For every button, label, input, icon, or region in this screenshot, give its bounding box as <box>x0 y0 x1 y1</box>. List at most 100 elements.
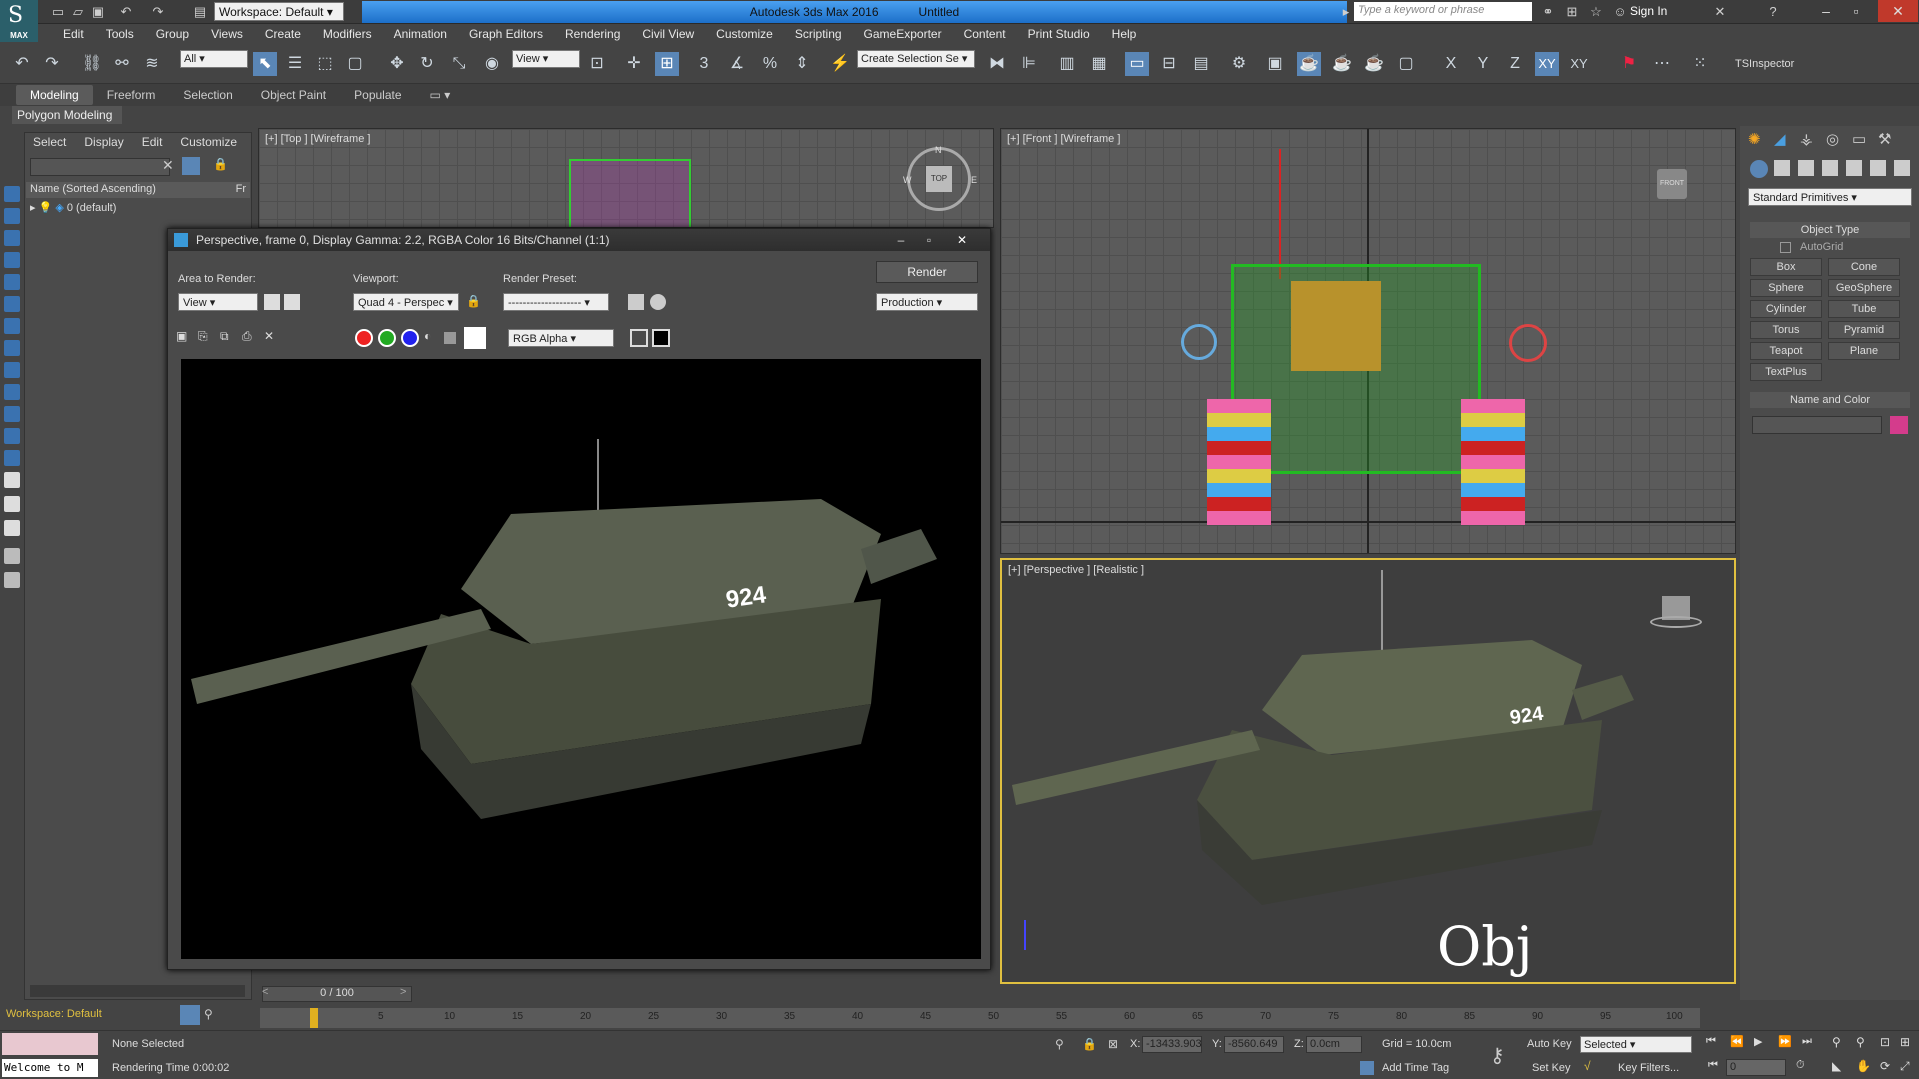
project-folder-icon[interactable]: ▤ <box>192 4 208 20</box>
modify-tab-icon[interactable]: ◢ <box>1774 130 1786 148</box>
textplus-button[interactable]: TextPlus <box>1750 363 1822 381</box>
search-input[interactable]: Type a keyword or phrase <box>1354 2 1532 21</box>
se-menu-edit[interactable]: Edit <box>133 135 172 149</box>
systems-icon[interactable] <box>1894 160 1910 176</box>
sync-selection-icon[interactable] <box>4 572 20 588</box>
tab-freeform[interactable]: Freeform <box>93 85 170 105</box>
cone-button[interactable]: Cone <box>1828 258 1900 276</box>
menu-animation[interactable]: Animation <box>383 27 458 41</box>
time-tag-icon[interactable] <box>1360 1061 1374 1075</box>
zoom-all-icon[interactable]: ⚲ <box>1856 1035 1865 1049</box>
scene-explorer-column-header[interactable]: Name (Sorted Ascending) Fr <box>26 182 250 198</box>
zoom-icon[interactable]: ⚲ <box>1832 1035 1841 1049</box>
axis-xy-cycle-button[interactable]: XY <box>1567 52 1591 76</box>
minimize-button[interactable]: – <box>1812 0 1840 22</box>
undo-icon[interactable]: ↶ <box>10 52 34 76</box>
pan-view-icon[interactable]: ✋ <box>1856 1059 1871 1073</box>
pyramid-button[interactable]: Pyramid <box>1828 321 1900 339</box>
auto-key-button[interactable]: Auto Key <box>1527 1038 1572 1050</box>
menu-modifiers[interactable]: Modifiers <box>312 27 383 41</box>
copy-image-icon[interactable]: ⎘ <box>198 329 216 345</box>
isolate-selection-icon[interactable]: ⚲ <box>1055 1037 1064 1051</box>
render-window-close[interactable]: ✕ <box>944 229 980 251</box>
rotate-icon[interactable]: ↻ <box>415 52 439 76</box>
reactor-icon[interactable]: ⚑ <box>1617 52 1641 76</box>
viewcube-top[interactable]: TOP <box>907 147 971 211</box>
render-in-cloud-icon[interactable]: ▢ <box>1394 52 1418 76</box>
menu-scripting[interactable]: Scripting <box>784 27 853 41</box>
se-menu-customize[interactable]: Customize <box>171 135 246 149</box>
display-all-icon[interactable] <box>4 472 20 488</box>
next-frame-icon[interactable]: ⏩ <box>1778 1035 1792 1048</box>
toggle-ui-overlay-icon[interactable] <box>630 329 648 347</box>
z-coord-field[interactable]: 0.0cm <box>1306 1036 1362 1053</box>
render-button[interactable]: Render <box>876 261 978 283</box>
redo-icon[interactable]: ↷ <box>150 4 166 20</box>
render-production-icon[interactable]: ☕ <box>1297 52 1321 76</box>
display-xrefs-icon[interactable] <box>4 362 20 378</box>
rendered-frame-window-icon[interactable]: ▣ <box>1263 52 1287 76</box>
axis-z-button[interactable]: Z <box>1503 52 1527 76</box>
viewcube-front[interactable]: FRONT <box>1657 169 1687 199</box>
undo-icon[interactable]: ↶ <box>118 4 134 20</box>
play-icon[interactable]: ▶ <box>1754 1035 1762 1048</box>
user-icon[interactable]: ☺ <box>1612 4 1628 20</box>
maxscript-mini-listener[interactable]: Welcome to M <box>2 1059 98 1077</box>
exchange-icon[interactable]: ✕ <box>1712 4 1728 20</box>
display-tab-icon[interactable]: ▭ <box>1852 130 1866 148</box>
channel-dropdown[interactable]: RGB Alpha ▾ <box>508 329 614 347</box>
pivot-center-icon[interactable]: ⊡ <box>585 52 609 76</box>
tube-button[interactable]: Tube <box>1828 300 1900 318</box>
angle-snap-icon[interactable]: ∡ <box>725 52 749 76</box>
invert-display-icon[interactable] <box>4 520 20 536</box>
menu-help[interactable]: Help <box>1101 27 1148 41</box>
menu-print-studio[interactable]: Print Studio <box>1017 27 1101 41</box>
object-color-swatch[interactable] <box>1890 416 1908 434</box>
material-editor-icon[interactable]: ▤ <box>1189 52 1213 76</box>
workspace-dropdown[interactable]: Workspace: Default ▾ <box>214 2 344 21</box>
go-to-start-icon[interactable]: ⏮ <box>1706 1035 1716 1048</box>
blue-channel-toggle[interactable] <box>401 329 419 347</box>
alpha-channel-icon[interactable]: ◐ <box>424 329 431 343</box>
redo-icon[interactable]: ↷ <box>40 52 64 76</box>
scene-explorer-search-input[interactable] <box>30 158 170 176</box>
next-frame-arrow[interactable]: > <box>400 986 412 1002</box>
axis-x-button[interactable]: X <box>1439 52 1463 76</box>
zoom-extents-icon[interactable]: ⊡ <box>1880 1035 1890 1049</box>
space-warps-icon[interactable] <box>1870 160 1886 176</box>
absolute-mode-icon[interactable]: ⊠ <box>1108 1037 1118 1051</box>
orbit-icon[interactable]: ⟳ <box>1880 1059 1890 1073</box>
display-none-icon[interactable] <box>4 186 20 202</box>
track-bar[interactable]: 5 10 15 20 25 30 35 40 45 50 55 60 65 70… <box>260 1008 1700 1028</box>
display-frozen-icon[interactable] <box>4 428 20 444</box>
viewport-dropdown[interactable]: Quad 4 - Perspec ▾ <box>353 293 459 311</box>
menu-edit[interactable]: Edit <box>52 27 95 41</box>
edit-region-icon[interactable] <box>264 294 280 310</box>
select-object-icon[interactable]: ⬉ <box>253 52 277 76</box>
light-bulb-icon[interactable]: 💡 <box>39 202 53 214</box>
auto-region-icon[interactable] <box>284 294 300 310</box>
align-icon[interactable]: ⊫ <box>1017 52 1041 76</box>
snaps-toggle-icon[interactable]: 3 <box>692 52 716 76</box>
box-button[interactable]: Box <box>1750 258 1822 276</box>
hierarchy-tab-icon[interactable]: ⚶ <box>1800 130 1813 148</box>
lights-icon[interactable] <box>1798 160 1814 176</box>
chevron-right-icon[interactable]: ▸ <box>1338 4 1354 20</box>
menu-views[interactable]: Views <box>200 27 254 41</box>
ribbon-options-icon[interactable]: ▭ ▾ <box>416 85 465 105</box>
layer-row[interactable]: ▸ 💡 ◈ 0 (default) <box>30 201 116 214</box>
unlink-icon[interactable]: ⚯ <box>110 52 134 76</box>
display-helpers-icon[interactable] <box>4 296 20 312</box>
environment-effects-icon[interactable] <box>650 294 666 310</box>
layer-manager-icon[interactable] <box>180 1005 200 1025</box>
display-none-all-icon[interactable] <box>4 496 20 512</box>
menu-gameexporter[interactable]: GameExporter <box>853 27 953 41</box>
current-frame-field[interactable]: 0 <box>1726 1059 1786 1076</box>
move-icon[interactable]: ✥ <box>385 52 409 76</box>
geometry-icon[interactable] <box>1750 160 1768 178</box>
menu-rendering[interactable]: Rendering <box>554 27 631 41</box>
select-by-name-icon[interactable]: ☰ <box>283 52 307 76</box>
bind-space-warp-icon[interactable]: ≋ <box>140 52 164 76</box>
viewport-perspective[interactable]: [+] [Perspective ] [Realistic ] 924 Obj … <box>1000 558 1736 984</box>
measure-icon[interactable]: ⋯ <box>1650 52 1674 76</box>
